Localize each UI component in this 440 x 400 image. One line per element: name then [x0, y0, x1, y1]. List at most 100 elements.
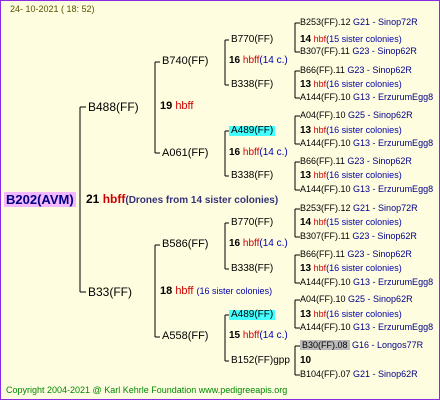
- gen4-name-11: B66(FF).11: [300, 249, 345, 259]
- gen4-origin-9: G21 - Sinop72R: [353, 203, 418, 213]
- gen3-queen-6: B338(FF): [231, 263, 274, 274]
- gen4-name-8: A144(FF).10: [300, 184, 351, 194]
- date-stamp: 24- 10-2021 ( 18: 52): [10, 4, 95, 14]
- gen3-info-4: 13 hbf(16 sister colonies): [300, 171, 402, 181]
- gen4-origin-6: G13 - ErzurumEgg8: [353, 138, 434, 148]
- gen4-origin-4: G13 - ErzurumEgg8: [353, 92, 434, 102]
- gen1-info-1: 19 hbff: [160, 101, 193, 112]
- gen3-note-3: (16 sister colonies): [326, 125, 402, 135]
- gen3-note-5: (15 sister colonies): [326, 217, 402, 227]
- gen4-name-4: A144(FF).10: [300, 92, 351, 102]
- gen4-queen-15: B30(FF).08 G16 - Longos77R: [300, 340, 424, 350]
- gen3-note-6: (16 sister colonies): [326, 263, 402, 273]
- gen4-queen-10: B307(FF).11 G23 - Sinop62R: [300, 232, 417, 241]
- gen2-info-2: 16 hbff(14 c.): [229, 148, 288, 158]
- gen4-origin-7: G23 - Sinop62R: [347, 156, 412, 166]
- gen3-num-1: 14: [300, 34, 312, 45]
- gen4-origin-3: G23 - Sinop62R: [347, 65, 412, 75]
- gen2-note-2: (14 c.): [259, 147, 288, 158]
- gen3-note-2: (16 sister colonies): [326, 79, 402, 89]
- root-hb: hbff: [102, 192, 126, 206]
- root-info: 21 hbff(Drones from 14 sister colonies): [86, 193, 278, 206]
- gen4-name-5: A04(FF).10: [300, 110, 346, 120]
- gen3-queen-8: B152(FF)gpp: [231, 355, 290, 366]
- gen4-name-13: A04(FF).10: [300, 294, 346, 304]
- gen4-queen-13: A04(FF).10 G25 - Sinop62R: [300, 295, 413, 304]
- gen3-hb-5: hbf: [313, 217, 327, 227]
- gen2-num-2: 16: [229, 147, 241, 158]
- gen3-num-3: 13: [300, 125, 312, 136]
- gen3-hb-2: hbf: [313, 79, 327, 89]
- gen3-info-7: 13 hbf(16 sister colonies): [300, 310, 402, 320]
- root-note: (Drones from 14 sister colonies): [125, 195, 279, 206]
- gen2-hb-3: hbff: [242, 238, 260, 249]
- gen4-origin-8: G13 - ErzurumEgg8: [353, 184, 434, 194]
- gen3-hb-1: hbf: [313, 34, 327, 44]
- gen4-name-7: B66(FF).11: [300, 156, 345, 166]
- gen3-queen-4: B338(FF): [231, 170, 274, 181]
- gen2-num-1: 16: [229, 55, 241, 66]
- gen4-queen-5: A04(FF).10 G25 - Sinop62R: [300, 111, 413, 120]
- gen2-note-4: (14 c.): [259, 330, 288, 341]
- gen4-origin-12: G13 - ErzurumEgg8: [353, 277, 434, 287]
- gen2-info-4: 15 hbff(14 c.): [229, 331, 288, 341]
- gen3-num-7: 13: [300, 309, 312, 320]
- gen4-queen-6: A144(FF).10 G13 - ErzurumEgg8: [300, 139, 433, 148]
- gen4-queen-7: B66(FF).11 G23 - Sinop62R: [300, 157, 412, 166]
- gen4-queen-9: B253(FF).12 G21 - Sinop72R: [300, 204, 418, 213]
- gen2-info-1: 16 hbff(14 c.): [229, 56, 288, 66]
- gen4-queen-12: A144(FF).10 G13 - ErzurumEgg8: [300, 278, 433, 287]
- gen1-hb-1: hbff: [175, 100, 194, 112]
- gen2-hb-2: hbff: [242, 147, 260, 158]
- gen3-queen-7: A489(FF): [229, 309, 276, 320]
- gen2-queen-3: B586(FF): [162, 238, 209, 250]
- gen4-queen-14: A144(FF).10 G13 - ErzurumEgg8: [300, 323, 433, 332]
- gen4-name-10: B307(FF).11: [300, 231, 350, 241]
- root-num: 21: [86, 192, 100, 206]
- gen4-origin-16: G21 - Sinop62R: [353, 369, 418, 379]
- gen3-queen-3: A489(FF): [229, 125, 276, 136]
- gen3-hb-7: hbf: [313, 309, 327, 319]
- gen4-queen-4: A144(FF).10 G13 - ErzurumEgg8: [300, 93, 433, 102]
- gen4-queen-16: B104(FF).07 G21 - Sinop62R: [300, 370, 418, 379]
- gen4-origin-13: G25 - Sinop62R: [348, 294, 413, 304]
- gen4-name-9: B253(FF).12: [300, 203, 351, 213]
- gen4-origin-15: G16 - Longos77R: [352, 340, 424, 350]
- copyright-footer: Copyright 2004-2021 @ Karl Kehrle Founda…: [6, 385, 288, 395]
- gen3-note-7: (16 sister colonies): [326, 309, 402, 319]
- gen3-info-1: 14 hbf(15 sister colonies): [300, 35, 402, 45]
- gen1-queen-1: B488(FF): [88, 100, 139, 114]
- gen3-info-3: 13 hbf(16 sister colonies): [300, 126, 402, 136]
- gen4-queen-2: B307(FF).11 G23 - Sinop62R: [300, 47, 417, 56]
- gen4-name-14: A144(FF).10: [300, 322, 351, 332]
- gen3-info-6: 13 hbf(16 sister colonies): [300, 264, 402, 274]
- gen2-note-3: (14 c.): [259, 238, 288, 249]
- gen2-queen-2: A061(FF): [162, 147, 209, 159]
- gen4-origin-14: G13 - ErzurumEgg8: [353, 322, 434, 332]
- gen3-queen-1: B770(FF): [231, 34, 274, 45]
- gen2-queen-1: B740(FF): [162, 55, 209, 67]
- gen1-hb-2: hbff: [175, 285, 194, 297]
- gen3-queen-2: B338(FF): [231, 79, 274, 90]
- gen3-note-1: (15 sister colonies): [326, 34, 402, 44]
- gen1-note-2: (16 sister colonies): [196, 286, 273, 296]
- gen3-info-5: 14 hbf(15 sister colonies): [300, 218, 402, 228]
- gen3-num-8: 10: [300, 355, 312, 366]
- root-queen: B202(AVM): [4, 192, 76, 207]
- gen4-name-15: B30(FF).08: [300, 340, 350, 350]
- gen4-queen-1: B253(FF).12 G21 - Sinop72R: [300, 18, 418, 27]
- gen3-hb-6: hbf: [313, 263, 327, 273]
- gen2-hb-1: hbff: [242, 55, 260, 66]
- gen1-queen-2: B33(FF): [88, 285, 133, 299]
- gen4-origin-11: G23 - Sinop62R: [347, 249, 412, 259]
- gen4-origin-1: G21 - Sinop72R: [353, 17, 418, 27]
- gen1-info-2: 18 hbff (16 sister colonies): [160, 286, 272, 297]
- gen4-queen-3: B66(FF).11 G23 - Sinop62R: [300, 66, 412, 75]
- gen1-num-2: 18: [160, 285, 173, 297]
- gen2-num-4: 15: [229, 330, 241, 341]
- gen2-hb-4: hbff: [242, 330, 260, 341]
- gen3-info-8: 10: [300, 356, 311, 366]
- gen4-origin-10: G23 - Sinop62R: [352, 231, 417, 241]
- gen4-queen-11: B66(FF).11 G23 - Sinop62R: [300, 250, 412, 259]
- gen3-note-4: (16 sister colonies): [326, 170, 402, 180]
